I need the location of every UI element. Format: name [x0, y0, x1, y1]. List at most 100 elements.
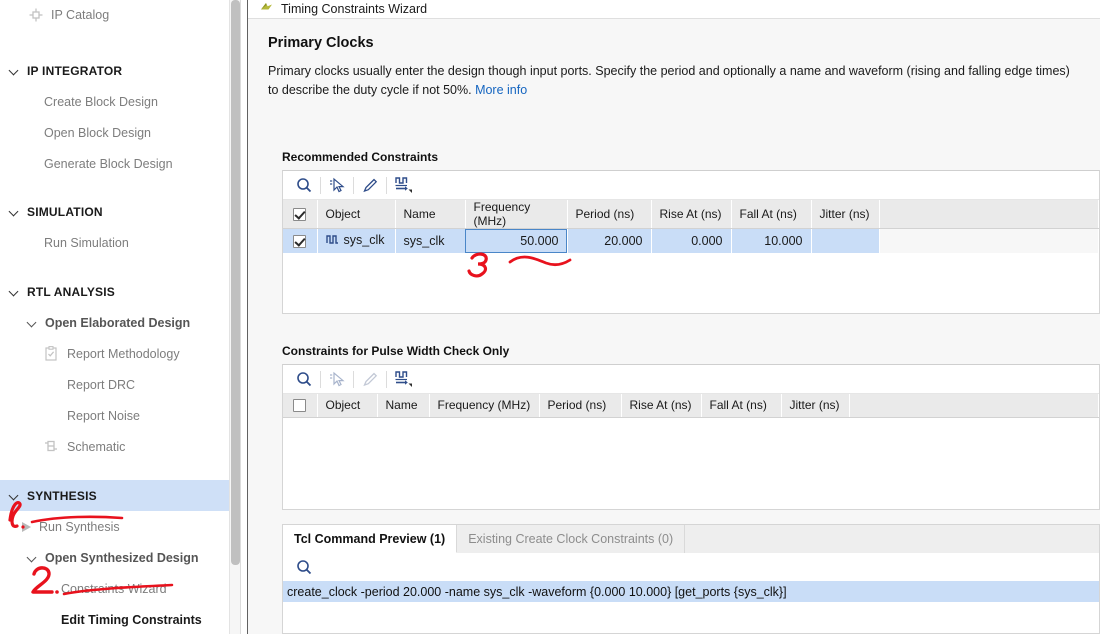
- sidebar-item-open-elaborated-design[interactable]: Open Elaborated Design: [0, 307, 229, 338]
- sidebar-item-label: Report DRC: [67, 377, 136, 392]
- sidebar-item-open-block-design[interactable]: Open Block Design: [0, 117, 229, 148]
- select-cursor-icon[interactable]: [322, 172, 352, 199]
- tcl-command-text: create_clock -period 20.000 -name sys_cl…: [287, 584, 787, 599]
- select-all-checkbox[interactable]: [293, 208, 307, 222]
- pulse-width-toolbar: [283, 365, 1099, 394]
- search-icon[interactable]: [289, 554, 319, 581]
- column-rise-at[interactable]: Rise At (ns): [651, 200, 732, 229]
- sidebar-item-constraints-wizard[interactable]: Constraints Wizard: [0, 573, 229, 604]
- cell-fall-at[interactable]: 10.000: [731, 228, 812, 253]
- column-fall-at[interactable]: Fall At (ns): [701, 394, 782, 418]
- bottom-panel: Tcl Command Preview (1) Existing Create …: [282, 524, 1100, 634]
- sidebar-section-label: IP INTEGRATOR: [27, 63, 123, 78]
- column-frequency[interactable]: Frequency (MHz): [465, 200, 568, 229]
- column-frequency[interactable]: Frequency (MHz): [429, 394, 540, 418]
- cell-filler: [879, 228, 1099, 253]
- sidebar-item-open-synthesized-design[interactable]: Open Synthesized Design: [0, 542, 229, 573]
- column-fall-at[interactable]: Fall At (ns): [731, 200, 812, 229]
- sidebar-item-run-synthesis[interactable]: Run Synthesis: [0, 511, 229, 542]
- recommended-constraints-label: Recommended Constraints: [282, 150, 439, 164]
- tcl-toolbar: [283, 553, 1099, 581]
- column-jitter[interactable]: Jitter (ns): [811, 200, 880, 229]
- select-all-header[interactable]: [283, 394, 318, 418]
- chevron-down-icon: [26, 551, 39, 564]
- column-object[interactable]: Object: [317, 200, 396, 229]
- pulse-width-panel: Object Name Frequency (MHz) Period (ns) …: [282, 364, 1100, 510]
- table-header-row: Object Name Frequency (MHz) Period (ns) …: [283, 200, 1099, 229]
- sidebar-section-ip-integrator[interactable]: IP INTEGRATOR: [0, 55, 229, 86]
- select-all-header[interactable]: [283, 200, 318, 229]
- column-period[interactable]: Period (ns): [567, 200, 652, 229]
- cell-frequency[interactable]: 50.000: [465, 228, 568, 253]
- recommended-constraints-section: Recommended Constraints: [248, 150, 1100, 169]
- sidebar-item-label: Create Block Design: [44, 94, 158, 109]
- column-object[interactable]: Object: [317, 394, 378, 418]
- clipboard-check-icon: [44, 345, 60, 362]
- sidebar-item-label: Open Elaborated Design: [45, 315, 191, 330]
- column-filler: [879, 200, 1099, 229]
- pulse-width-label: Constraints for Pulse Width Check Only: [282, 344, 510, 358]
- cell-rise-at[interactable]: 0.000: [651, 228, 732, 253]
- cell-name[interactable]: sys_clk: [395, 228, 466, 253]
- sidebar-item-report-drc[interactable]: Report DRC: [0, 369, 229, 400]
- wizard-main-panel: Timing Constraints Wizard Primary Clocks…: [248, 0, 1100, 634]
- row-checkbox-cell[interactable]: [283, 228, 318, 253]
- tab-label: Existing Create Clock Constraints (0): [468, 532, 674, 546]
- sidebar-item-edit-timing-constraints[interactable]: Edit Timing Constraints: [0, 604, 229, 634]
- waveform-apply-icon[interactable]: [388, 172, 418, 199]
- sidebar-item-generate-block-design[interactable]: Generate Block Design: [0, 148, 229, 179]
- page-title: Primary Clocks: [268, 35, 374, 51]
- sidebar-scrollbar-thumb[interactable]: [231, 0, 240, 565]
- recommended-constraints-table[interactable]: Object Name Frequency (MHz) Period (ns) …: [283, 200, 1099, 253]
- tcl-command-row[interactable]: create_clock -period 20.000 -name sys_cl…: [283, 581, 1099, 602]
- cell-object[interactable]: sys_clk: [317, 228, 396, 253]
- edit-pencil-icon[interactable]: [355, 172, 385, 199]
- sidebar-section-rtl-analysis[interactable]: RTL ANALYSIS: [0, 276, 229, 307]
- sidebar-item-label: Constraints Wizard: [61, 581, 167, 596]
- table-row[interactable]: sys_clk sys_clk 50.000 20.000 0.000 10.0…: [283, 228, 1099, 253]
- search-icon[interactable]: [289, 172, 319, 199]
- chip-icon: [28, 7, 44, 23]
- toolbar-separator: [320, 370, 321, 388]
- more-info-link[interactable]: More info: [475, 83, 527, 97]
- pulse-width-table[interactable]: Object Name Frequency (MHz) Period (ns) …: [283, 394, 1099, 418]
- schematic-icon: [44, 439, 60, 455]
- column-name[interactable]: Name: [377, 394, 430, 418]
- cell-object-label: sys_clk: [343, 233, 385, 248]
- recommended-toolbar: [283, 171, 1099, 200]
- bottom-tabstrip: Tcl Command Preview (1) Existing Create …: [283, 525, 1099, 553]
- sidebar-item-label: Run Synthesis: [39, 519, 120, 534]
- sidebar-item-label: Schematic: [67, 439, 126, 454]
- cell-period[interactable]: 20.000: [567, 228, 652, 253]
- select-all-checkbox[interactable]: [293, 399, 307, 413]
- sidebar-item-label: Report Methodology: [67, 346, 180, 361]
- column-name[interactable]: Name: [395, 200, 466, 229]
- sidebar-item-schematic[interactable]: Schematic: [0, 431, 229, 462]
- sidebar-item-report-noise[interactable]: Report Noise: [0, 400, 229, 431]
- search-icon[interactable]: [289, 366, 319, 393]
- tab-existing-create-clock-constraints[interactable]: Existing Create Clock Constraints (0): [457, 525, 686, 553]
- page-description: Primary clocks usually enter the design …: [268, 62, 1080, 100]
- column-filler: [849, 394, 1099, 418]
- sidebar-section-synthesis[interactable]: SYNTHESIS: [0, 480, 229, 511]
- sidebar-item-ip-catalog[interactable]: IP Catalog: [0, 0, 229, 30]
- sidebar-item-create-block-design[interactable]: Create Block Design: [0, 86, 229, 117]
- sidebar-item-report-methodology[interactable]: Report Methodology: [0, 338, 229, 369]
- wizard-icon: [259, 0, 274, 18]
- sidebar-section-label: RTL ANALYSIS: [27, 284, 115, 299]
- cell-jitter[interactable]: [811, 228, 880, 253]
- waveform-apply-icon[interactable]: [388, 366, 418, 393]
- sidebar-item-run-simulation[interactable]: Run Simulation: [0, 227, 229, 258]
- sidebar-scrollbar-track[interactable]: [229, 0, 241, 634]
- pulse-width-section: Constraints for Pulse Width Check Only: [248, 344, 1100, 363]
- chevron-down-icon: [8, 489, 21, 502]
- sidebar-item-label: Run Simulation: [44, 235, 129, 250]
- column-period[interactable]: Period (ns): [539, 394, 622, 418]
- sidebar-section-simulation[interactable]: SIMULATION: [0, 196, 229, 227]
- column-jitter[interactable]: Jitter (ns): [781, 394, 850, 418]
- tab-tcl-command-preview[interactable]: Tcl Command Preview (1): [283, 525, 458, 553]
- row-checkbox[interactable]: [293, 234, 307, 248]
- toolbar-separator: [320, 176, 321, 194]
- chevron-down-icon: [8, 285, 21, 298]
- column-rise-at[interactable]: Rise At (ns): [621, 394, 702, 418]
